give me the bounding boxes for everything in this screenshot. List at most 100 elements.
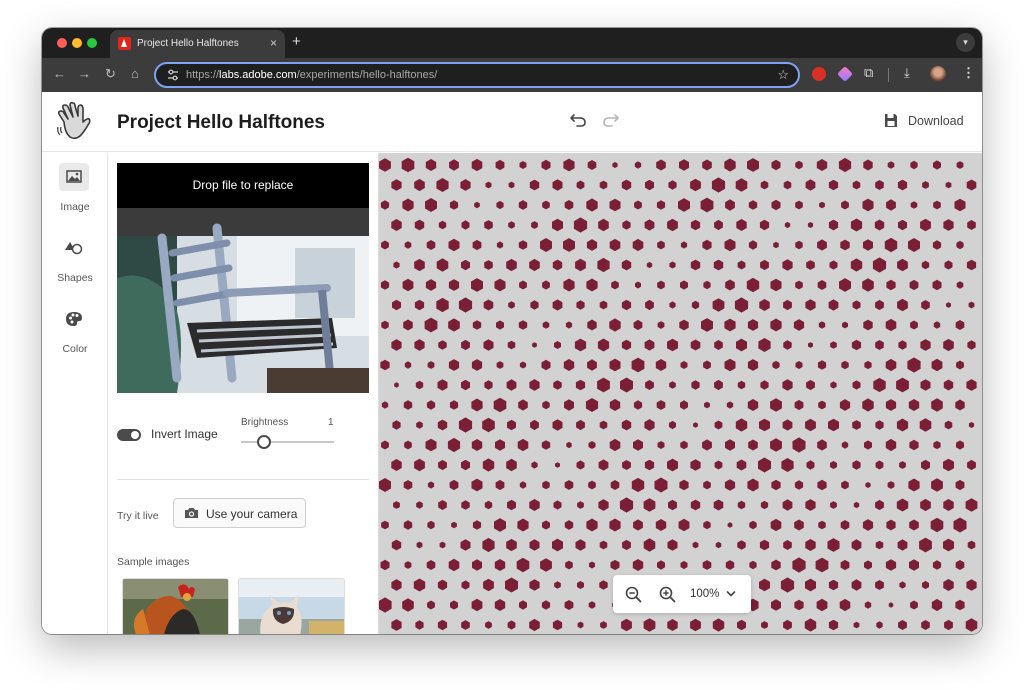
halftone-dot	[586, 239, 598, 251]
chevron-down-icon[interactable]	[726, 589, 736, 599]
halftone-dot	[404, 440, 412, 450]
brightness-slider-thumb[interactable]	[257, 435, 271, 449]
site-settings-icon[interactable]	[166, 68, 180, 82]
halftone-dot	[899, 581, 906, 589]
tab-search-button[interactable]: ▾	[956, 33, 975, 52]
halftone-dot	[838, 157, 852, 173]
halftone-dot	[610, 559, 620, 571]
home-icon[interactable]: ⌂	[131, 66, 139, 82]
rail-icon-box	[59, 163, 89, 191]
forward-arrow-icon[interactable]: →	[78, 66, 91, 82]
undo-icon[interactable]	[569, 110, 587, 128]
halftone-dot	[380, 359, 390, 371]
halftone-dot	[669, 301, 676, 309]
zoom-in-icon[interactable]	[659, 586, 676, 603]
reload-icon[interactable]: ↻	[105, 66, 116, 82]
halftone-dot	[461, 459, 470, 471]
sample-image-rooster[interactable]	[122, 578, 229, 634]
halftone-dot	[506, 538, 517, 552]
extension-red-icon[interactable]	[812, 67, 826, 81]
sample-image-cat[interactable]	[238, 578, 345, 634]
halftone-dot	[391, 219, 402, 231]
halftone-dot	[448, 558, 460, 572]
halftone-dot	[529, 179, 540, 191]
close-window-button[interactable]	[57, 38, 67, 48]
rail-item-color[interactable]: Color	[42, 295, 108, 355]
halftone-dot	[678, 518, 690, 532]
redo-icon[interactable]	[602, 110, 620, 128]
use-camera-button[interactable]: Use your camera	[173, 498, 306, 528]
halftone-dot	[599, 180, 608, 190]
maximize-window-button[interactable]	[87, 38, 97, 48]
halftone-dot	[679, 159, 689, 171]
palette-icon	[66, 312, 82, 326]
halftone-dot	[839, 399, 851, 411]
halftone-dot	[885, 318, 897, 332]
halftone-dot	[448, 359, 460, 371]
halftone-dot	[712, 298, 725, 312]
minimize-window-button[interactable]	[72, 38, 82, 48]
browser-toolbar: ← → ↻ ⌂ https://labs.adobe.com/experimen…	[42, 58, 982, 92]
browser-menu-icon[interactable]: ⋮	[962, 65, 975, 81]
halftone-canvas[interactable]: 100%	[378, 153, 982, 634]
halftone-dot	[612, 162, 618, 168]
cat-thumbnail	[239, 579, 344, 634]
halftone-dot	[414, 299, 425, 311]
halftone-dot	[680, 560, 688, 570]
tab-close-icon[interactable]: ×	[270, 36, 277, 50]
halftone-dot	[436, 297, 449, 313]
rail-item-shapes[interactable]: Shapes	[42, 224, 108, 284]
halftone-dot	[484, 500, 493, 510]
zoom-out-icon[interactable]	[625, 586, 642, 603]
try-it-live-label: Try it live	[117, 510, 159, 522]
inverted-chair-image	[117, 208, 369, 393]
halftone-dot	[885, 358, 897, 372]
halftone-dot	[898, 340, 907, 350]
halftone-dot	[667, 218, 678, 232]
halftone-dot	[414, 339, 425, 351]
downloads-icon[interactable]: ⤓	[904, 65, 910, 81]
halftone-dot	[863, 239, 873, 251]
halftone-dot	[943, 538, 954, 552]
halftone-dot	[864, 560, 872, 570]
invert-image-toggle[interactable]	[117, 429, 141, 441]
halftone-dot	[657, 321, 665, 329]
back-arrow-icon[interactable]: ←	[53, 66, 66, 82]
halftone-dot	[725, 199, 735, 211]
halftone-dot	[471, 158, 483, 172]
halftone-dot	[392, 420, 401, 430]
halftone-dot	[635, 281, 641, 289]
address-bar[interactable]: https://labs.adobe.com/experiments/hello…	[154, 62, 800, 88]
halftone-dot	[404, 361, 412, 369]
left-rail: Image Shapes Color	[42, 153, 108, 634]
halftone-dot	[839, 278, 851, 292]
halftone-dot	[552, 299, 563, 311]
halftone-dot	[588, 601, 596, 609]
halftone-dot	[887, 161, 895, 169]
extension-pink-icon[interactable]	[837, 66, 853, 82]
halftone-dot	[749, 560, 757, 570]
extensions-puzzle-icon[interactable]: ⧉	[864, 65, 878, 80]
zoom-level-value[interactable]: 100%	[690, 588, 719, 600]
brightness-slider-track[interactable]	[241, 441, 334, 443]
halftone-dot	[484, 260, 493, 270]
halftone-dot	[806, 460, 815, 470]
drop-file-zone[interactable]: Drop file to replace	[117, 163, 369, 208]
profile-avatar[interactable]	[930, 66, 946, 82]
bookmark-star-icon[interactable]: ☆	[777, 67, 789, 83]
halftone-dot	[749, 520, 757, 530]
source-image-preview[interactable]	[117, 208, 369, 393]
halftone-dot	[712, 618, 725, 632]
halftone-dot	[725, 560, 735, 570]
browser-tab[interactable]: Project Hello Halftones ×	[110, 30, 285, 58]
halftone-dot	[818, 321, 826, 329]
halftone-dot	[597, 338, 610, 352]
halftone-dot	[449, 200, 459, 210]
halftone-dot	[943, 219, 954, 231]
halftone-dot	[416, 541, 423, 549]
rail-item-image[interactable]: Image	[42, 153, 108, 213]
halftone-dot	[853, 621, 860, 629]
halftone-dot	[703, 520, 711, 530]
halftone-dot	[519, 280, 527, 290]
new-tab-button[interactable]: +	[292, 33, 301, 51]
